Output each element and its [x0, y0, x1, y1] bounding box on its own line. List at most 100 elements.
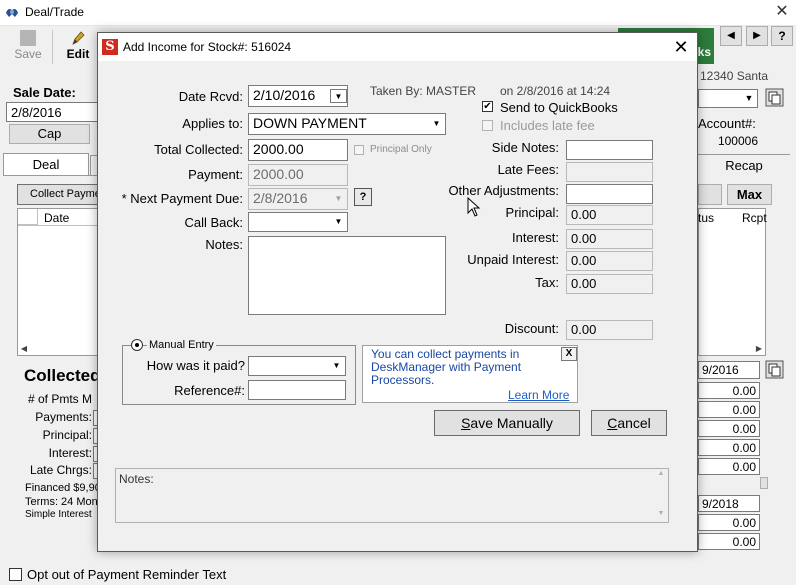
- main-window-close-button[interactable]: ✕: [772, 2, 792, 22]
- right-toolbar-button[interactable]: [698, 184, 722, 205]
- cap-button[interactable]: Cap: [9, 124, 90, 144]
- grid-status-header[interactable]: tus: [698, 211, 714, 225]
- bottom-notes-label: Notes:: [119, 472, 154, 486]
- scroll-down-icon[interactable]: ▼: [654, 510, 668, 517]
- other-adjustments-input[interactable]: [566, 184, 653, 204]
- right-date-field[interactable]: 9/2016: [698, 361, 760, 379]
- bottom-notes-area[interactable]: Notes: ▲ ▼: [115, 468, 669, 523]
- scroll-left-icon[interactable]: ◀: [17, 342, 31, 356]
- cancel-button[interactable]: Cancel: [591, 410, 667, 436]
- learn-more-link[interactable]: Learn More: [508, 388, 569, 402]
- right-small-button[interactable]: [760, 477, 768, 489]
- dialog-titlebar: S Add Income for Stock#: 516024 ✕: [98, 33, 697, 61]
- interest-field: 0.00: [566, 229, 653, 249]
- right-value-field: 0.00: [698, 439, 760, 456]
- toolbar-divider: [52, 30, 53, 64]
- grid-header-divider: [18, 225, 98, 226]
- account-label: Account#:: [698, 116, 756, 131]
- collect-payment-button[interactable]: Collect Payme: [17, 184, 98, 205]
- late-fees-label: Late Fees:: [497, 162, 559, 177]
- scroll-right-icon[interactable]: ▶: [752, 342, 766, 356]
- tab-recap[interactable]: Recap: [698, 154, 790, 176]
- late-fees-field: [566, 162, 653, 182]
- send-to-quickbooks-label[interactable]: Send to QuickBooks: [500, 100, 618, 115]
- help-icon[interactable]: ?: [354, 188, 372, 206]
- right-value-field: 0.00: [698, 401, 760, 418]
- previous-record-button[interactable]: ◀: [720, 26, 742, 46]
- max-button[interactable]: Max: [727, 184, 772, 205]
- call-back-dropdown-icon[interactable]: ▼: [330, 215, 347, 229]
- right-value-field: 0.00: [698, 382, 760, 399]
- manual-entry-label[interactable]: Manual Entry: [147, 339, 216, 351]
- total-collected-label: Total Collected:: [154, 142, 243, 157]
- payments-label: Payments:: [35, 410, 92, 424]
- save-button[interactable]: Save: [8, 28, 48, 66]
- account-value: 100006: [717, 134, 758, 148]
- date-rcvd-dropdown-icon[interactable]: ▼: [330, 89, 347, 103]
- grid-date-header[interactable]: Date: [44, 211, 69, 225]
- add-income-dialog: S Add Income for Stock#: 516024 ✕ Date R…: [97, 32, 698, 552]
- sale-date-field[interactable]: 2/8/2016: [6, 102, 100, 122]
- dialog-close-button[interactable]: ✕: [670, 36, 692, 58]
- manual-entry-radio[interactable]: [131, 339, 143, 351]
- opt-out-label[interactable]: Opt out of Payment Reminder Text: [27, 567, 226, 582]
- info-text: You can collect payments in DeskManager …: [371, 347, 522, 387]
- side-notes-label: Side Notes:: [491, 140, 559, 155]
- sale-date-label: Sale Date:: [13, 85, 76, 100]
- taken-by-text: Taken By: MASTER: [370, 84, 477, 98]
- side-notes-input[interactable]: [566, 140, 653, 160]
- opt-out-checkbox[interactable]: [9, 568, 22, 581]
- reference-input[interactable]: [248, 380, 346, 400]
- principal-label: Principal:: [505, 205, 559, 220]
- next-payment-due-label: * Next Payment Due:: [121, 191, 243, 206]
- notes-label: Notes:: [205, 237, 243, 252]
- how-paid-dropdown-icon[interactable]: ▼: [328, 359, 345, 373]
- includes-late-fee-label: Includes late fee: [500, 118, 595, 133]
- edit-button[interactable]: Edit: [58, 28, 98, 66]
- right-date-field-2[interactable]: 9/2018: [698, 495, 760, 512]
- radio-selected-icon: [135, 343, 139, 347]
- total-collected-input[interactable]: 2000.00: [248, 139, 348, 161]
- payment-label: Payment:: [188, 167, 243, 182]
- dropdown-arrow-icon[interactable]: ▼: [741, 90, 757, 107]
- grid-row-header: [18, 209, 38, 225]
- right-payment-grid[interactable]: [698, 208, 766, 356]
- dialog-title: Add Income for Stock#: 516024: [123, 40, 292, 54]
- collected-heading: Collected: [24, 366, 101, 385]
- checkmark-icon: ✔: [483, 101, 492, 112]
- discount-label: Discount:: [504, 321, 559, 336]
- taken-on-text: on 2/8/2016 at 14:24: [500, 84, 611, 98]
- save-manually-label: ave Manually: [470, 415, 553, 431]
- payment-history-grid[interactable]: Date: [17, 208, 98, 356]
- copy-icon[interactable]: [765, 360, 784, 379]
- notes-textarea[interactable]: [248, 236, 446, 315]
- applies-to-label: Applies to:: [182, 116, 243, 131]
- save-manually-button[interactable]: Save Manually: [434, 410, 580, 436]
- scroll-up-icon[interactable]: ▲: [654, 470, 668, 477]
- tax-field: 0.00: [566, 274, 653, 294]
- applies-to-dropdown-icon[interactable]: ▼: [428, 117, 445, 131]
- principal-only-label: Principal Only: [370, 144, 432, 155]
- info-close-button[interactable]: X: [561, 347, 577, 361]
- interest-label: Interest:: [512, 230, 559, 245]
- pmts-made-label: # of Pmts M: [27, 392, 92, 406]
- help-button[interactable]: ?: [771, 26, 793, 46]
- address-field[interactable]: 12340 Santa: [698, 67, 794, 85]
- date-rcvd-label: Date Rcvd:: [178, 89, 243, 104]
- simple-interest-text: Simple Interest: [25, 509, 92, 520]
- principal-only-checkbox[interactable]: [354, 145, 364, 155]
- call-back-label: Call Back:: [184, 215, 243, 230]
- financed-text: Financed $9,90: [25, 482, 101, 494]
- deal-app-icon: [6, 9, 18, 17]
- applies-to-select[interactable]: DOWN PAYMENT: [248, 113, 446, 135]
- copy-icon[interactable]: [765, 88, 784, 107]
- grid-rcpt-header[interactable]: Rcpt: [742, 211, 767, 225]
- next-record-button[interactable]: ▶: [746, 26, 768, 46]
- tax-label: Tax:: [535, 275, 559, 290]
- main-window-titlebar: Deal/Trade ✕: [0, 0, 796, 26]
- unpaid-interest-field: 0.00: [566, 251, 653, 271]
- tab-deal[interactable]: Deal: [3, 153, 89, 175]
- payment-processor-info-box: You can collect payments in DeskManager …: [362, 345, 578, 403]
- bottom-notes-scrollbar[interactable]: ▲ ▼: [654, 470, 668, 521]
- send-to-quickbooks-checkbox[interactable]: ✔: [482, 101, 493, 112]
